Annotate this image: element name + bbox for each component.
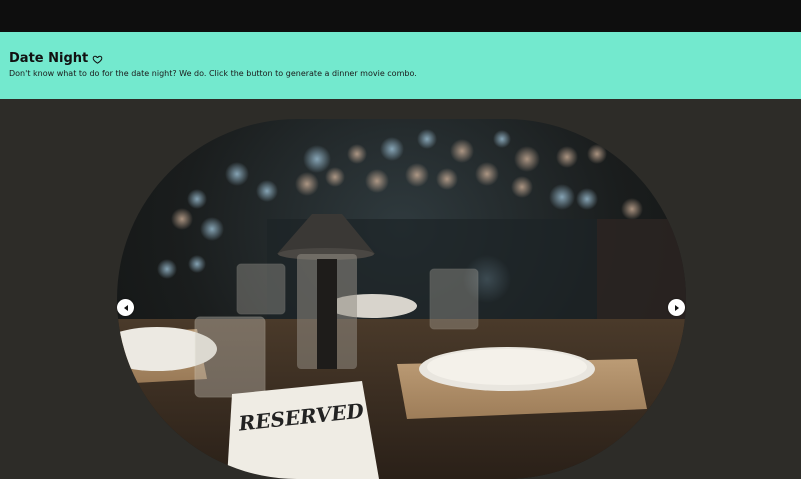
chevron-right-icon — [674, 304, 679, 311]
restaurant-table-photo: RESERVED — [117, 129, 686, 479]
carousel: RESERVED — [0, 99, 801, 479]
page-title-text: Date Night — [9, 51, 89, 66]
carousel-image: RESERVED — [117, 119, 686, 479]
chevron-left-icon — [123, 304, 128, 311]
top-bar — [0, 0, 801, 32]
heart-outline-icon — [92, 55, 103, 64]
carousel-prev-button[interactable] — [117, 299, 134, 316]
page-title: Date Night — [9, 51, 792, 67]
page-subtitle: Don't know what to do for the date night… — [9, 69, 417, 78]
carousel-next-button[interactable] — [668, 299, 685, 316]
hero-banner: Date Night Don't know what to do for the… — [0, 32, 801, 99]
